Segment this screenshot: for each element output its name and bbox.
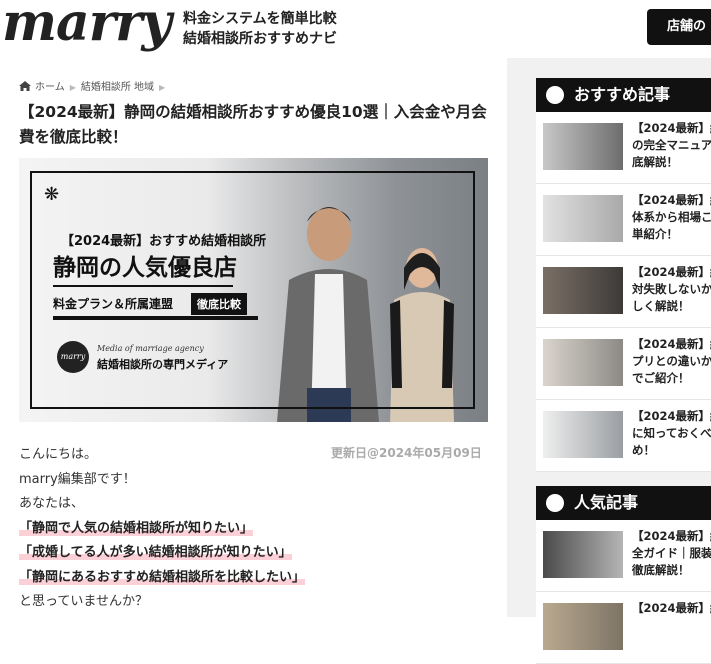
article-body: こんにちは。 marry編集部です！ あなたは、 「静岡で人気の結婚相談所が知り… — [19, 443, 306, 615]
card-line: しく解説！ — [632, 299, 690, 313]
media-logo: marry — [57, 341, 89, 373]
chevron-right-icon: ▶ — [69, 83, 76, 92]
article-card-title[interactable]: 【2024最新】結 の完全マニュア 底解説！ — [632, 120, 711, 171]
sidebar: おすすめ記事 【2024最新】結 の完全マニュア 底解説！ 【2024最新】結 … — [507, 58, 711, 664]
popular-widget: 人気記事 【2024最新】結 全ガイド｜服装 徹底解説！ 【2024最新】結 — [536, 486, 711, 664]
article-thumbnail[interactable] — [543, 411, 623, 458]
card-line: 【2024最新】結 — [632, 529, 711, 543]
article-thumbnail[interactable] — [543, 123, 623, 170]
article-card[interactable]: 【2024最新】結 全ガイド｜服装 徹底解説！ — [536, 520, 711, 592]
breadcrumb-home[interactable]: ホーム — [35, 82, 65, 93]
hero-underline — [53, 316, 258, 320]
main-content: ホーム ▶ 結婚相談所 地域 ▶ 【2024最新】静岡の結婚相談所おすすめ優良10選｜… — [0, 58, 507, 617]
highlight-line: 「成婚してる人が多い結婚相談所が知りたい」 — [19, 545, 292, 560]
highlight-line: 「静岡にあるおすすめ結婚相談所を比較したい」 — [19, 569, 306, 585]
article-card[interactable]: 【2024最新】結 体系から相場こ 単紹介！ — [536, 184, 711, 256]
tagline-line-2: 結婚相談所おすすめナビ — [183, 31, 337, 47]
card-line: でご紹介！ — [632, 371, 690, 385]
card-line: の完全マニュア — [632, 138, 711, 152]
popular-heading-label: 人気記事 — [574, 493, 639, 512]
body-line: こんにちは。 — [19, 447, 98, 462]
card-line: 体系から相場こ — [632, 210, 711, 224]
article-title: 【2024最新】静岡の結婚相談所おすすめ優良10選｜入会金や月会費を徹底比較！ — [19, 103, 487, 146]
breadcrumb-category[interactable]: 結婚相談所 地域 — [81, 82, 154, 93]
card-line: 【2024最新】結 — [632, 601, 711, 615]
card-line: に知っておくべ — [632, 426, 711, 440]
article-card-title[interactable]: 【2024最新】結 対失敗しないか しく解説！ — [632, 264, 711, 315]
article-thumbnail[interactable] — [543, 339, 623, 386]
card-line: め！ — [632, 443, 655, 457]
card-line: 底解説！ — [632, 155, 678, 169]
card-line: 【2024最新】結 — [632, 337, 711, 351]
card-line: 徹底解説！ — [632, 563, 690, 577]
card-line: 【2024最新】結 — [632, 265, 711, 279]
media-tagline-jp: 結婚相談所の専門メディア — [97, 358, 229, 371]
recommended-heading: おすすめ記事 — [536, 78, 711, 112]
article-card[interactable]: 【2024最新】結 — [536, 592, 711, 664]
site-header: marry 料金システムを簡単比較 結婚相談所おすすめナビ 店舗の — [0, 0, 711, 59]
card-line: 【2024最新】結 — [632, 121, 711, 135]
recommended-widget: おすすめ記事 【2024最新】結 の完全マニュア 底解説！ 【2024最新】結 … — [536, 78, 711, 472]
card-line: プリとの違いか — [632, 354, 711, 368]
card-line: 【2024最新】結 — [632, 409, 711, 423]
chevron-right-icon: ▶ — [159, 83, 166, 92]
card-line: 単紹介！ — [632, 227, 678, 241]
breadcrumb: ホーム ▶ 結婚相談所 地域 ▶ — [19, 78, 170, 93]
star-icon — [546, 86, 564, 104]
tagline-line-1: 料金システムを簡単比較 — [183, 11, 337, 27]
card-line: 【2024最新】結 — [632, 193, 711, 207]
hero-divider — [53, 285, 233, 287]
hero-headline: 静岡の人気優良店 — [53, 255, 237, 281]
body-line: marry編集部です！ — [19, 471, 136, 487]
bookmark-icon — [546, 494, 564, 512]
highlight-line: 「静岡で人気の結婚相談所が知りたい」 — [19, 520, 254, 536]
home-icon — [19, 81, 31, 91]
article-card[interactable]: 【2024最新】結 プリとの違いか でご紹介！ — [536, 328, 711, 400]
recommended-heading-label: おすすめ記事 — [574, 85, 671, 104]
body-line: あなたは、 — [19, 496, 85, 511]
store-button[interactable]: 店舗の — [647, 9, 711, 45]
card-line: 対失敗しないか — [632, 282, 711, 296]
article-card[interactable]: 【2024最新】結 に知っておくべ め！ — [536, 400, 711, 472]
card-line: 全ガイド｜服装 — [632, 546, 711, 560]
article-thumbnail[interactable] — [543, 531, 623, 578]
flower-icon: ❋ — [44, 184, 60, 205]
popular-heading: 人気記事 — [536, 486, 711, 520]
article-card[interactable]: 【2024最新】結 対失敗しないか しく解説！ — [536, 256, 711, 328]
media-tagline-en: Media of marriage agency — [97, 344, 204, 353]
article-card[interactable]: 【2024最新】結 の完全マニュア 底解説！ — [536, 112, 711, 184]
article-thumbnail[interactable] — [543, 195, 623, 242]
site-logo[interactable]: marry — [2, 0, 172, 53]
article-card-title[interactable]: 【2024最新】結 プリとの違いか でご紹介！ — [632, 336, 711, 387]
hero-subtitle: 【2024最新】おすすめ結婚相談所 — [61, 234, 267, 249]
site-tagline: 料金システムを簡単比較 結婚相談所おすすめナビ — [183, 9, 337, 49]
hero-image: ❋ 【2024最新】おすすめ結婚相談所 静岡の人気優良店 料金プラン＆所属連盟 … — [19, 158, 488, 422]
article-card-title[interactable]: 【2024最新】結 — [632, 600, 711, 617]
article-card-title[interactable]: 【2024最新】結 全ガイド｜服装 徹底解説！ — [632, 528, 711, 579]
hero-badge: 徹底比較 — [191, 293, 247, 315]
updated-date: 更新日@2024年05月09日 — [331, 446, 482, 460]
body-line: と思っていませんか？ — [19, 594, 148, 609]
article-thumbnail[interactable] — [543, 267, 623, 314]
article-card-title[interactable]: 【2024最新】結 体系から相場こ 単紹介！ — [632, 192, 711, 243]
hero-plan-text: 料金プラン＆所属連盟 — [53, 297, 174, 311]
article-thumbnail[interactable] — [543, 603, 623, 650]
article-card-title[interactable]: 【2024最新】結 に知っておくべ め！ — [632, 408, 711, 459]
hero-frame — [30, 171, 475, 409]
